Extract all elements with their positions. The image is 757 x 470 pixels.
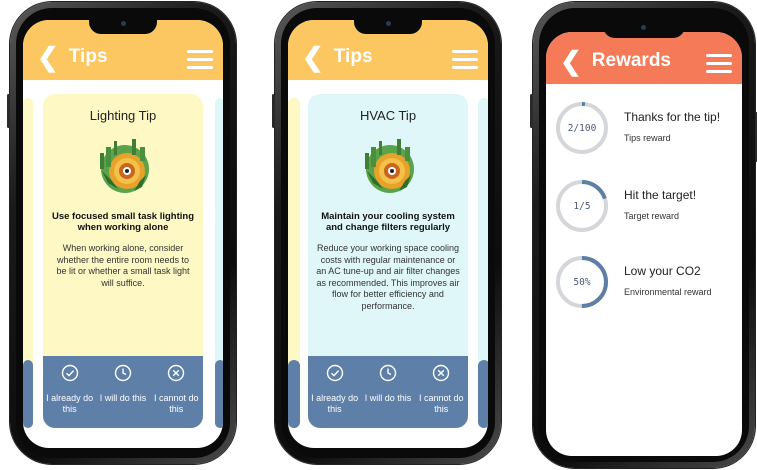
- phone-screen: ❮ Tips Lighting Tip Use focused small ta…: [23, 20, 223, 448]
- will-do-this-button[interactable]: I will do this: [363, 364, 413, 404]
- x-circle-icon: [433, 364, 450, 382]
- clock-icon: [114, 364, 132, 382]
- progress-label: 50%: [573, 276, 591, 288]
- will-do-this-label: I will do this: [364, 393, 412, 403]
- tip-body: When working alone, consider whether the…: [56, 243, 190, 288]
- reward-item[interactable]: 1/5 Hit the target! Target reward: [554, 178, 734, 238]
- reward-title: Thanks for the tip!: [624, 110, 721, 124]
- chevron-left-icon[interactable]: ❮: [37, 44, 59, 80]
- previous-tip-card-actions-peek: [23, 360, 33, 428]
- chevron-left-icon[interactable]: ❮: [302, 44, 324, 80]
- already-do-this-button[interactable]: I already do this: [310, 364, 360, 415]
- check-circle-icon: [326, 364, 343, 382]
- front-camera: [386, 21, 391, 26]
- reward-title: Hit the target!: [624, 188, 697, 202]
- next-tip-card-actions-peek: [478, 360, 488, 428]
- header-title: Rewards: [591, 50, 671, 71]
- hvac-tip-card: HVAC Tip Maintain your cooling system an…: [308, 94, 468, 428]
- already-do-this-label: I already do this: [46, 393, 94, 414]
- header-title: Tips: [68, 46, 108, 67]
- card-title: Lighting Tip: [89, 108, 157, 123]
- phone-frame-rewards: ❮ Rewards 2/100 Thanks for the tip! Tips…: [530, 2, 757, 468]
- next-tip-card-actions-peek: [215, 360, 223, 428]
- cannot-do-this-label: I cannot do this: [154, 393, 199, 414]
- will-do-this-button[interactable]: I will do this: [98, 364, 148, 404]
- reward-subtitle: Target reward: [624, 211, 680, 221]
- check-circle-icon: [61, 364, 78, 382]
- previous-tip-card-actions-peek: [288, 360, 300, 428]
- cannot-do-this-button[interactable]: I cannot do this: [151, 364, 201, 415]
- card-title: HVAC Tip: [359, 108, 417, 123]
- phone-frame-tips-hvac: ❮ Tips HVAC Tip Maintain your cooling sy…: [272, 2, 501, 464]
- phone-notch: [89, 14, 157, 34]
- phone-screen: ❮ Rewards 2/100 Thanks for the tip! Tips…: [546, 32, 742, 456]
- already-do-this-label: I already do this: [311, 393, 359, 414]
- already-do-this-button[interactable]: I already do this: [45, 364, 95, 415]
- phone-frame-tips-lighting: ❮ Tips Lighting Tip Use focused small ta…: [7, 2, 236, 464]
- reward-item[interactable]: 50% Low your CO2 Environmental reward: [554, 254, 734, 314]
- tip-headline: Maintain your cooling system and change …: [321, 211, 455, 233]
- cannot-do-this-label: I cannot do this: [419, 393, 464, 414]
- lighting-tip-card: Lighting Tip Use focused small task ligh…: [43, 94, 203, 428]
- cannot-do-this-button[interactable]: I cannot do this: [416, 364, 466, 415]
- clock-icon: [379, 364, 397, 382]
- front-camera: [641, 25, 646, 30]
- chevron-left-icon[interactable]: ❮: [560, 48, 582, 84]
- header-title: Tips: [333, 46, 373, 67]
- hamburger-menu-icon[interactable]: [706, 54, 732, 74]
- phone-screen: ❮ Tips HVAC Tip Maintain your cooling sy…: [288, 20, 488, 448]
- front-camera: [121, 21, 126, 26]
- hamburger-menu-icon[interactable]: [452, 50, 478, 70]
- tip-body: Reduce your working space cooling costs …: [316, 243, 460, 311]
- will-do-this-label: I will do this: [99, 393, 147, 403]
- reward-subtitle: Environmental reward: [624, 287, 712, 297]
- phone-notch: [354, 14, 422, 34]
- tip-actions-bar: I already do this I will do this I canno…: [43, 356, 203, 428]
- hamburger-menu-icon[interactable]: [187, 50, 213, 70]
- x-circle-icon: [168, 364, 185, 382]
- city-sun-illustration: [100, 139, 149, 193]
- progress-label: 2/100: [567, 122, 597, 134]
- phone-side-button: [272, 94, 275, 128]
- phone-side-button: [7, 94, 10, 128]
- city-sun-illustration: [365, 139, 414, 193]
- phone-side-button: [530, 94, 533, 128]
- phone-notch: [603, 18, 685, 38]
- reward-subtitle: Tips reward: [624, 133, 671, 143]
- progress-label: 1/5: [573, 200, 591, 212]
- tip-headline: Use focused small task lighting when wor…: [51, 211, 194, 233]
- tip-actions-bar: I already do this I will do this I canno…: [308, 356, 468, 428]
- rewards-header: ❮ Rewards: [546, 32, 742, 84]
- reward-title: Low your CO2: [624, 264, 701, 278]
- reward-item[interactable]: 2/100 Thanks for the tip! Tips reward: [554, 100, 734, 160]
